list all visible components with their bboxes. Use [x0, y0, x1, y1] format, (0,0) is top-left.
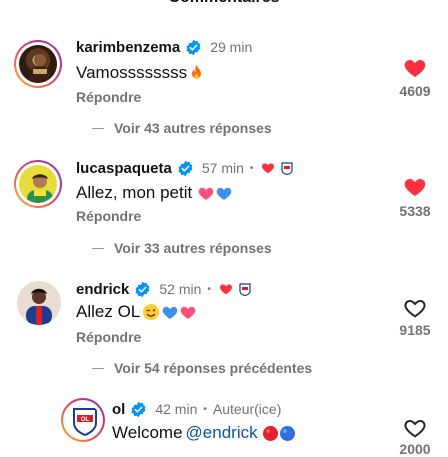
page-title: Commentaires — [0, 0, 448, 8]
like-count: 5338 — [399, 203, 431, 219]
blue-heart-emoji-icon — [216, 187, 232, 200]
reply-meta: ol 42 min • Auteur(ice) — [112, 398, 281, 420]
comment-text: Vamossssssss — [76, 63, 188, 82]
heart-filled-icon[interactable] — [403, 175, 427, 199]
timestamp: 42 min — [155, 401, 198, 417]
verified-badge-icon — [131, 401, 146, 417]
separator-dot: • — [207, 283, 211, 295]
comment-meta: karimbenzema 29 min — [76, 36, 252, 58]
heart-outline-icon[interactable] — [403, 296, 427, 320]
comment-text-row: Allez OL — [76, 302, 197, 322]
svg-text:OL: OL — [81, 417, 90, 423]
comment-text: Allez, mon petit — [76, 183, 193, 202]
view-more-replies-button[interactable]: Voir 54 réponses précédentes — [92, 358, 312, 378]
verified-badge-icon — [178, 160, 193, 176]
like-count: 9185 — [399, 322, 431, 338]
view-more-replies-label: Voir 54 réponses précédentes — [114, 360, 313, 376]
author-liked-heart-icon — [262, 163, 275, 174]
username[interactable]: lucaspaqueta — [76, 160, 172, 177]
username[interactable]: karimbenzema — [76, 39, 180, 56]
author-badge: Auteur(ice) — [212, 401, 282, 417]
avatar-lucaspaqueta[interactable] — [14, 160, 62, 208]
reply-button[interactable]: Répondre — [76, 208, 141, 224]
red-circle-emoji-icon — [262, 425, 278, 441]
like-count: 2000 — [399, 441, 431, 457]
avatar-endrick[interactable] — [17, 281, 61, 325]
reply-text-row: Welcome @endrick — [112, 423, 296, 443]
view-more-replies-label: Voir 43 autres réponses — [114, 120, 272, 136]
pink-heart-emoji-icon — [180, 306, 196, 319]
divider-line — [92, 127, 104, 129]
username[interactable]: ol — [112, 401, 125, 418]
comment-meta: lucaspaqueta 57 min • — [76, 157, 294, 179]
comment-text: Allez OL — [76, 302, 141, 321]
timestamp: 57 min — [201, 160, 244, 176]
divider-line — [92, 247, 104, 249]
reply-button[interactable]: Répondre — [76, 89, 141, 105]
heart-filled-icon[interactable] — [403, 56, 427, 80]
verified-badge-icon — [186, 39, 201, 55]
separator-dot: • — [203, 403, 207, 415]
verified-badge-icon — [135, 281, 150, 297]
view-more-replies-label: Voir 33 autres réponses — [114, 240, 272, 256]
blue-circle-emoji-icon — [279, 425, 295, 441]
timestamp: 29 min — [210, 39, 253, 55]
username[interactable]: endrick — [76, 281, 129, 298]
mention-link[interactable]: @endrick — [186, 423, 258, 443]
comment-text-row: Vamossssssss — [76, 63, 205, 83]
separator-dot: • — [249, 162, 254, 174]
wink-emoji-icon — [143, 304, 160, 320]
avatar-karimbenzema[interactable] — [14, 40, 62, 88]
reply-text: Welcome — [112, 423, 183, 442]
view-more-replies-button[interactable]: Voir 33 autres réponses — [92, 238, 272, 258]
comment-meta: endrick 52 min • — [76, 278, 251, 300]
ol-crest-icon — [281, 161, 294, 175]
fire-emoji-icon — [192, 64, 202, 79]
timestamp: 52 min — [159, 281, 202, 297]
like-count: 4609 — [399, 83, 431, 99]
blue-heart-emoji-icon — [162, 306, 178, 319]
pink-heart-emoji-icon — [198, 187, 214, 200]
heart-outline-icon[interactable] — [403, 416, 427, 440]
author-liked-heart-icon — [219, 284, 232, 295]
comment-text-row: Allez, mon petit — [76, 183, 233, 203]
avatar-ol[interactable]: OL — [61, 398, 105, 442]
ol-crest-icon — [239, 282, 251, 296]
view-more-replies-button[interactable]: Voir 43 autres réponses — [92, 118, 272, 138]
reply-button[interactable]: Répondre — [76, 329, 141, 345]
divider-line — [92, 367, 104, 369]
